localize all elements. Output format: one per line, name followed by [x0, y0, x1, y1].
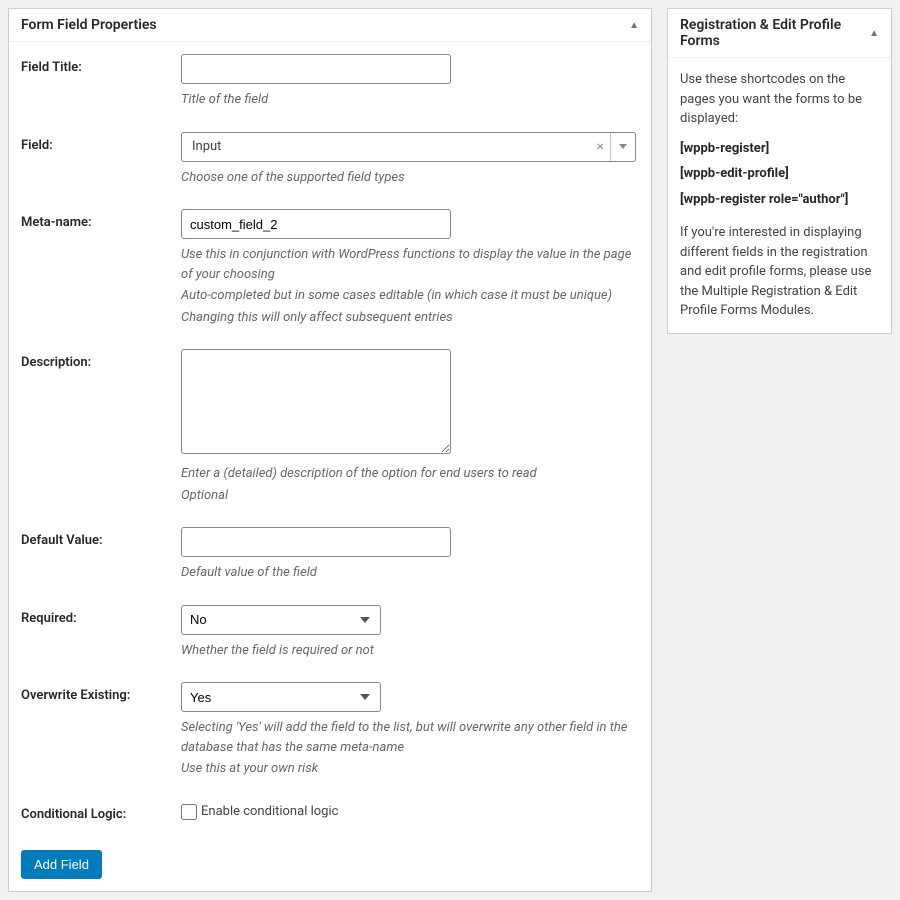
- shortcode-item: [wppb-register]: [680, 139, 879, 159]
- collapse-icon[interactable]: ▲: [869, 28, 879, 39]
- select-required[interactable]: No: [181, 605, 381, 635]
- help-meta-name-1: Use this in conjunction with WordPress f…: [181, 245, 639, 284]
- sidebar-intro: Use these shortcodes on the pages you wa…: [680, 70, 879, 129]
- input-default-value[interactable]: [181, 527, 451, 557]
- label-default-value: Default Value:: [21, 527, 181, 548]
- add-field-button[interactable]: Add Field: [21, 850, 102, 879]
- help-overwrite-1: Selecting 'Yes' will add the field to th…: [181, 718, 639, 757]
- textarea-description[interactable]: [181, 349, 451, 454]
- checkbox-conditional-logic-label: Enable conditional logic: [201, 804, 338, 819]
- label-overwrite-existing: Overwrite Existing:: [21, 682, 181, 703]
- select-field-type[interactable]: Input ×: [181, 132, 636, 162]
- input-field-title[interactable]: [181, 54, 451, 84]
- help-field-title: Title of the field: [181, 90, 639, 110]
- help-meta-name-2: Auto-completed but in some cases editabl…: [181, 286, 639, 306]
- help-default-value: Default value of the field: [181, 563, 639, 583]
- row-meta-name: Meta-name: Use this in conjunction with …: [21, 209, 639, 327]
- select-overwrite-existing[interactable]: Yes: [181, 682, 381, 712]
- label-description: Description:: [21, 349, 181, 370]
- main-panel-header: Form Field Properties ▲: [9, 9, 651, 42]
- help-description-1: Enter a (detailed) description of the op…: [181, 464, 639, 484]
- help-overwrite-2: Use this at your own risk: [181, 759, 639, 779]
- label-required: Required:: [21, 605, 181, 626]
- label-meta-name: Meta-name:: [21, 209, 181, 230]
- help-meta-name-3: Changing this will only affect subsequen…: [181, 308, 639, 328]
- row-default-value: Default Value: Default value of the fiel…: [21, 527, 639, 583]
- shortcode-item: [wppb-register role="author"]: [680, 190, 879, 210]
- chevron-down-icon: [619, 144, 627, 149]
- help-field: Choose one of the supported field types: [181, 168, 639, 188]
- dropdown-arrow-box: [610, 133, 629, 161]
- row-field-title: Field Title: Title of the field: [21, 54, 639, 110]
- sidebar-panel-body: Use these shortcodes on the pages you wa…: [668, 58, 891, 333]
- row-field: Field: Input × Choose one of the support…: [21, 132, 639, 188]
- sidebar-panel-title: Registration & Edit Profile Forms: [680, 17, 869, 49]
- row-description: Description: Enter a (detailed) descript…: [21, 349, 639, 505]
- row-overwrite-existing: Overwrite Existing: Yes Selecting 'Yes' …: [21, 682, 639, 779]
- label-conditional-logic: Conditional Logic:: [21, 801, 181, 822]
- shortcode-item: [wppb-edit-profile]: [680, 164, 879, 184]
- select-field-type-value: Input: [192, 139, 591, 154]
- label-field: Field:: [21, 132, 181, 153]
- shortcode-list: [wppb-register] [wppb-edit-profile] [wpp…: [680, 139, 879, 210]
- checkbox-conditional-logic[interactable]: [181, 804, 197, 820]
- registration-forms-panel: Registration & Edit Profile Forms ▲ Use …: [667, 8, 892, 334]
- main-panel-body: Field Title: Title of the field Field: I…: [9, 42, 651, 891]
- sidebar-panel-header: Registration & Edit Profile Forms ▲: [668, 9, 891, 58]
- clear-icon[interactable]: ×: [591, 139, 610, 155]
- form-field-properties-panel: Form Field Properties ▲ Field Title: Tit…: [8, 8, 652, 892]
- input-meta-name[interactable]: [181, 209, 451, 239]
- collapse-icon[interactable]: ▲: [629, 20, 639, 31]
- row-required: Required: No Whether the field is requir…: [21, 605, 639, 661]
- label-field-title: Field Title:: [21, 54, 181, 75]
- main-panel-title: Form Field Properties: [21, 17, 157, 33]
- help-required: Whether the field is required or not: [181, 641, 639, 661]
- help-description-2: Optional: [181, 486, 639, 506]
- row-conditional-logic: Conditional Logic: Enable conditional lo…: [21, 801, 639, 822]
- sidebar-footer: If you're interested in displaying diffe…: [680, 223, 879, 321]
